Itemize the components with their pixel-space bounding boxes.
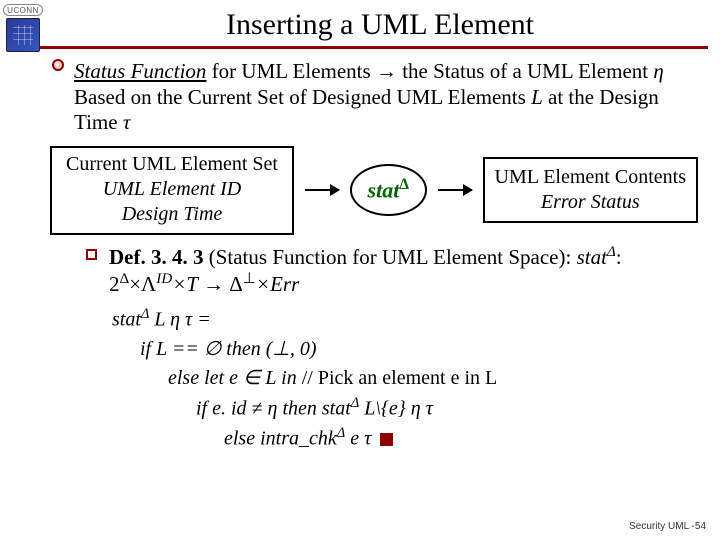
brand-text: UCONN	[3, 4, 43, 16]
algo-comment: // Pick an element e in L	[302, 367, 498, 389]
algo-line-3: else let e ∈ L in // Pick an element e i…	[168, 364, 704, 393]
algo-line-5: else intra_chkΔ e τ	[224, 423, 704, 454]
status-function-description: Status Function for UML Elements → the S…	[52, 59, 704, 136]
algo-line-4: if e. id ≠ η then statΔ L\{e} η τ	[196, 393, 704, 424]
input-line-2: UML Element ID	[66, 177, 278, 202]
input-box: Current UML Element Set UML Element ID D…	[50, 146, 294, 235]
algorithm: statΔ L η τ = if L == ∅ then (⊥, 0) else…	[112, 304, 704, 454]
status-text: Status Function for UML Elements → the S…	[74, 59, 704, 136]
function-oval: statΔ	[350, 164, 427, 216]
algo-line-1: statΔ L η τ =	[112, 304, 704, 335]
qed-icon	[380, 433, 393, 446]
content-area: Status Function for UML Elements → the S…	[0, 49, 720, 454]
algo-line-2: if L == ∅ then (⊥, 0)	[140, 335, 704, 364]
circle-bullet-icon	[52, 59, 64, 71]
input-line-1: Current UML Element Set	[66, 152, 278, 177]
square-bullet-icon	[86, 249, 97, 260]
definition: Def. 3. 4. 3 (Status Function for UML El…	[86, 243, 704, 298]
output-line-2: Error Status	[495, 190, 686, 215]
brand-glyph	[6, 18, 40, 52]
definition-text: Def. 3. 4. 3 (Status Function for UML El…	[109, 243, 704, 298]
status-underlined: Status Function	[74, 59, 206, 83]
output-box: UML Element Contents Error Status	[483, 157, 698, 223]
slide-title: Inserting a UML Element	[40, 0, 720, 46]
input-line-3: Design Time	[66, 202, 278, 227]
brand-logo: UCONN	[3, 4, 43, 52]
arrow-icon	[438, 189, 472, 191]
definition-label: Def. 3. 4. 3	[109, 245, 203, 269]
status-function-diagram: Current UML Element Set UML Element ID D…	[50, 146, 698, 235]
slide-number: Security UML -54	[629, 521, 706, 532]
arrow-icon	[305, 189, 339, 191]
output-line-1: UML Element Contents	[495, 165, 686, 190]
